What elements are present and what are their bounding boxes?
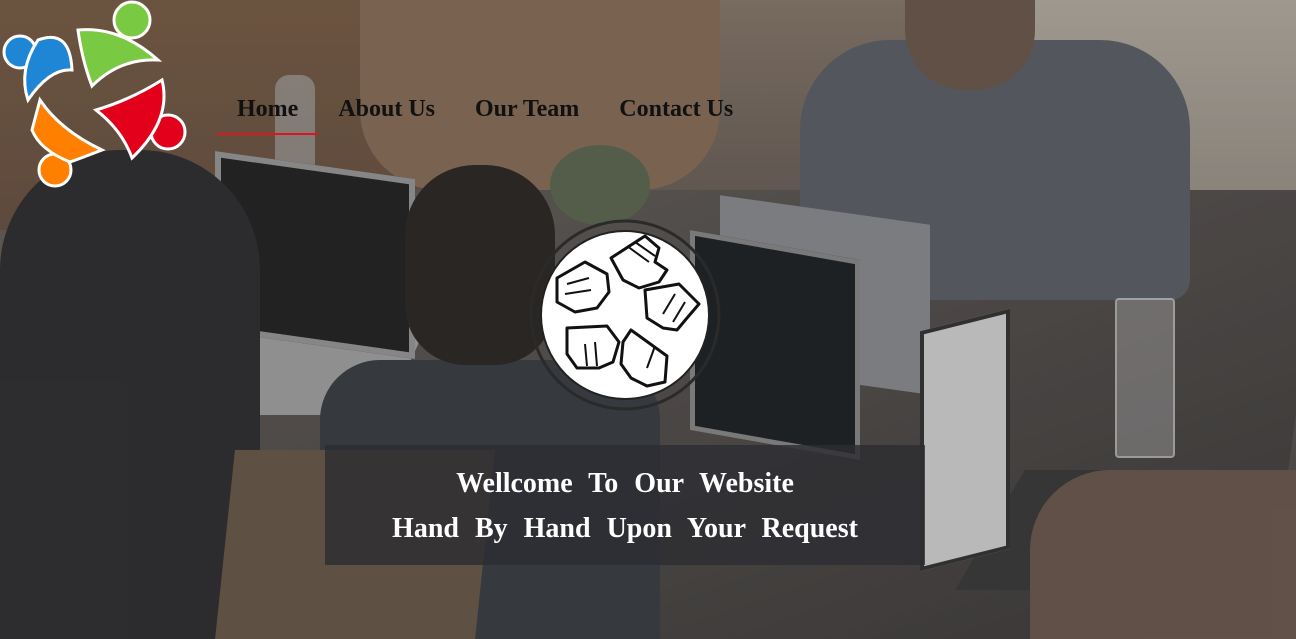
banner-subtitle: Hand By Hand Upon Your Request: [392, 513, 858, 544]
team-circle-logo-icon[interactable]: [0, 0, 190, 190]
welcome-banner: Wellcome To Our Website Hand By Hand Upo…: [325, 445, 925, 565]
nav-about-us[interactable]: About Us: [318, 96, 455, 135]
main-nav: Home About Us Our Team Contact Us: [217, 96, 753, 135]
hands-together-icon: [527, 218, 723, 412]
nav-home[interactable]: Home: [217, 96, 319, 135]
nav-contact-us[interactable]: Contact Us: [599, 96, 753, 135]
nav-our-team[interactable]: Our Team: [455, 96, 599, 135]
banner-title: Wellcome To Our Website: [456, 468, 794, 499]
